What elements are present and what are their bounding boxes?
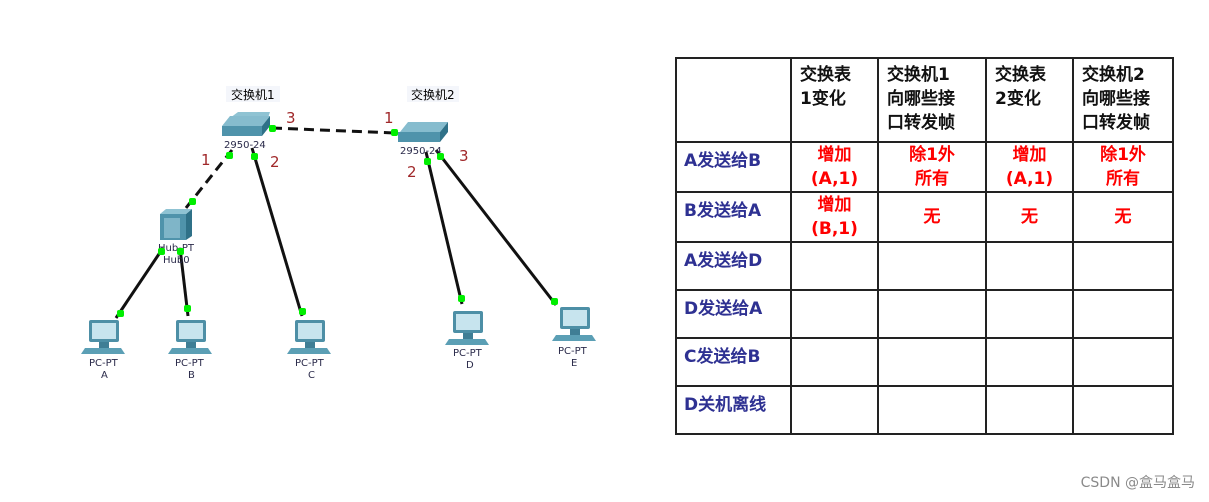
pc-C[interactable]: PC-PT C [287, 320, 331, 381]
sw2-port-1-label: 1 [384, 109, 394, 127]
row-label: A发送给B [675, 141, 792, 193]
row-label: A发送给D [675, 241, 792, 291]
pc-E[interactable]: PC-PT E [552, 307, 596, 369]
header-switch2-forward: 交换机2 向哪些接 口转发帧 [1072, 57, 1174, 143]
table-cell[interactable] [877, 289, 987, 339]
table-cell[interactable] [877, 385, 987, 435]
row-label: D关机离线 [675, 385, 792, 435]
table-row: A发送给B 增加 (A,1) 除1外 所有 增加 (A,1) 除1外 所有 [675, 141, 1174, 193]
hub[interactable]: Hub-PT Hub0 [158, 209, 195, 266]
table-row: A发送给D [675, 241, 1174, 291]
link-sw1-sw2 [271, 126, 396, 135]
port-dot [458, 295, 465, 302]
switch-1-name: 交换机1 [231, 87, 275, 102]
switch-2[interactable]: 交换机2 2950-24 [398, 86, 459, 157]
table-cell[interactable] [1072, 337, 1174, 387]
table-cell[interactable] [1072, 241, 1174, 291]
link-sw2-pcE [434, 149, 558, 306]
table-cell[interactable] [790, 337, 879, 387]
table-cell[interactable] [877, 337, 987, 387]
row-label: B发送给A [675, 191, 792, 243]
pc-A-name: A [101, 370, 108, 381]
header-table1-change: 交换表 1变化 [790, 57, 879, 143]
sw2-port-2-label: 2 [407, 163, 417, 181]
switch-1-model: 2950-24 [224, 140, 266, 151]
table-cell[interactable] [985, 337, 1074, 387]
sw2-port-3-label: 3 [459, 147, 469, 165]
table-cell[interactable] [790, 385, 879, 435]
table-cell[interactable] [985, 241, 1074, 291]
table-cell[interactable] [1072, 385, 1174, 435]
sw1-port-2-label: 2 [270, 153, 280, 171]
link-sw1-pcC [250, 147, 304, 317]
table-row: B发送给A 增加 (B,1) 无无无 [675, 191, 1174, 243]
table-cell[interactable]: 增加 (B,1) [790, 191, 879, 243]
pc-D-model: PC-PT [453, 348, 483, 359]
pc-A[interactable]: PC-PT A [81, 320, 125, 381]
table-row: D发送给A [675, 289, 1174, 339]
port-dot [189, 198, 196, 205]
watermark: CSDN @盒马盒马 [1080, 475, 1195, 491]
pc-D[interactable]: PC-PT D [445, 311, 489, 371]
header-switch1-forward: 交换机1 向哪些接 口转发帧 [877, 57, 987, 143]
table-cell[interactable]: 增加 (A,1) [790, 141, 879, 193]
network-topology: 交换机1 2950-24 交换机2 2950-24 Hub-PT Hub0 PC… [81, 86, 596, 381]
pc-E-name: E [571, 358, 577, 369]
row-label: C发送给B [675, 337, 792, 387]
table-cell[interactable]: 无 [985, 191, 1074, 243]
pc-E-model: PC-PT [558, 346, 588, 357]
forwarding-table: 交换表 1变化 交换机1 向哪些接 口转发帧 交换表 2变化 交换机2 向哪些接 口转发帧 … [675, 57, 1174, 435]
hub-name: Hub0 [163, 255, 190, 266]
pc-B-name: B [188, 370, 195, 381]
table-cell[interactable] [1072, 289, 1174, 339]
switch-2-model: 2950-24 [400, 146, 442, 157]
port-dot [177, 248, 184, 255]
header-table2-change: 交换表 2变化 [985, 57, 1074, 143]
link-hub-pcA [114, 247, 165, 319]
pc-D-name: D [466, 360, 474, 371]
port-dot [437, 153, 444, 160]
port-dot [158, 248, 165, 255]
table-row: D关机离线 [675, 385, 1174, 435]
port-dot [299, 308, 306, 315]
port-dot [184, 305, 191, 312]
port-dot [551, 298, 558, 305]
port-dot [391, 129, 398, 136]
port-dot [226, 152, 233, 159]
table-cell[interactable]: 除1外 所有 [877, 141, 987, 193]
table-cell[interactable]: 增加 (A,1) [985, 141, 1074, 193]
table-cell[interactable] [790, 289, 879, 339]
table-cell[interactable] [985, 385, 1074, 435]
row-label: D发送给A [675, 289, 792, 339]
table-cell[interactable]: 除1外 所有 [1072, 141, 1174, 193]
pc-C-model: PC-PT [295, 358, 325, 369]
port-dot [251, 153, 258, 160]
table-cell[interactable]: 无 [1072, 191, 1174, 243]
sw1-port-3-label: 3 [286, 109, 296, 127]
port-dot [117, 310, 124, 317]
table-cell[interactable] [985, 289, 1074, 339]
header-corner [675, 57, 792, 143]
sw1-port-1-label: 1 [201, 151, 211, 169]
pc-B-model: PC-PT [175, 358, 205, 369]
table-row: C发送给B [675, 337, 1174, 387]
switch-2-name: 交换机2 [411, 87, 455, 102]
header-row: 交换表 1变化 交换机1 向哪些接 口转发帧 交换表 2变化 交换机2 向哪些接 口转发帧 [675, 57, 1174, 143]
table-cell[interactable] [790, 241, 879, 291]
table-cell[interactable]: 无 [877, 191, 987, 243]
pc-A-model: PC-PT [89, 358, 119, 369]
pc-C-name: C [308, 370, 315, 381]
port-dot [269, 125, 276, 132]
pc-B[interactable]: PC-PT B [168, 320, 212, 381]
port-dot [424, 158, 431, 165]
table-cell[interactable] [877, 241, 987, 291]
switch-1[interactable]: 交换机1 2950-24 [222, 86, 280, 151]
